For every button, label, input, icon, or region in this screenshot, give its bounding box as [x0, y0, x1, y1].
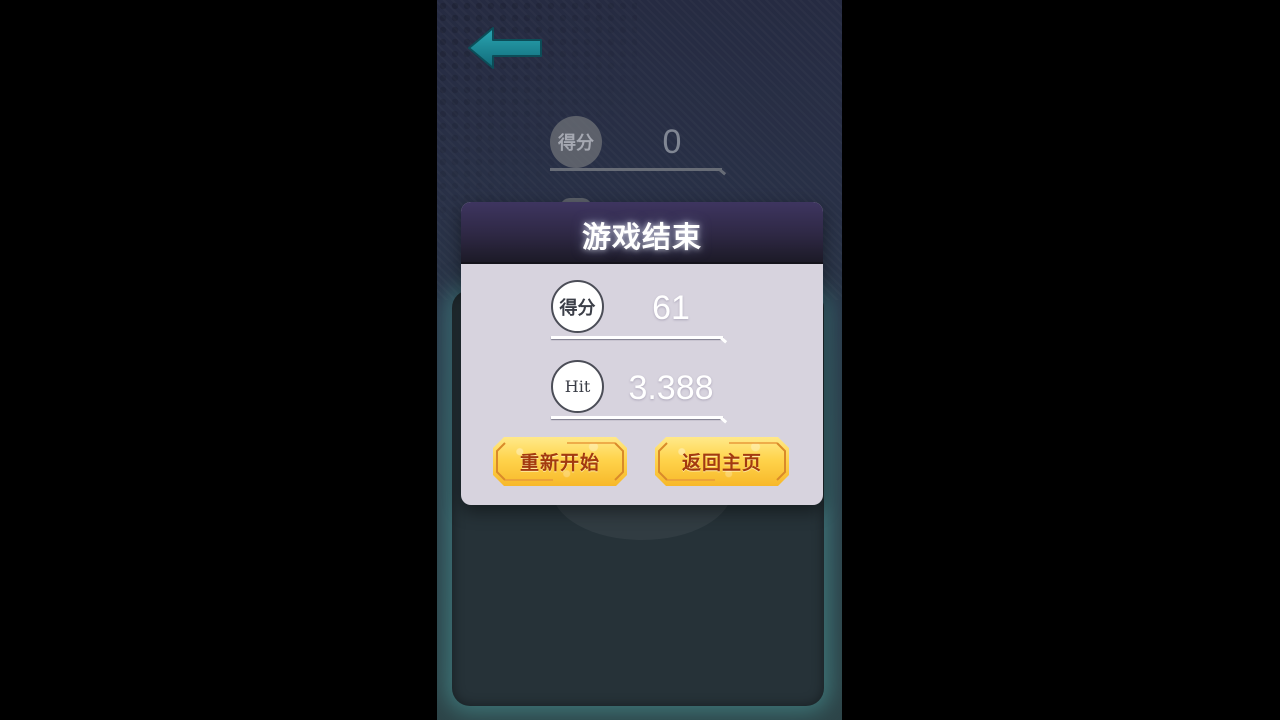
home-button[interactable]: 返回主页	[655, 437, 789, 486]
restart-button-label: 重新开始	[519, 452, 600, 474]
home-button-label: 返回主页	[681, 452, 762, 474]
score-underline	[551, 336, 723, 339]
back-arrow-icon	[468, 27, 542, 69]
background-score-display: 得分 0	[550, 116, 730, 180]
dialog-title: 游戏结束	[581, 220, 702, 254]
background-score-underline	[550, 168, 722, 171]
hit-label: Hit	[551, 360, 604, 413]
background-score-value: 0	[662, 123, 682, 161]
game-screen: 得分 0 游戏结束 得分 61 Hit 3.388 重新开始 返回主页	[437, 0, 842, 720]
score-display: 得分 61	[551, 280, 731, 344]
score-label: 得分	[551, 280, 604, 333]
game-over-dialog: 游戏结束 得分 61 Hit 3.388 重新开始 返回主页	[461, 202, 823, 505]
hit-display: Hit 3.388	[551, 360, 731, 424]
dialog-header: 游戏结束	[461, 202, 823, 264]
restart-button[interactable]: 重新开始	[493, 437, 627, 486]
hit-value: 3.388	[628, 369, 714, 407]
background-score-label: 得分	[550, 116, 602, 168]
score-value: 61	[652, 289, 690, 327]
back-button[interactable]	[467, 26, 543, 70]
hit-underline	[551, 416, 723, 419]
